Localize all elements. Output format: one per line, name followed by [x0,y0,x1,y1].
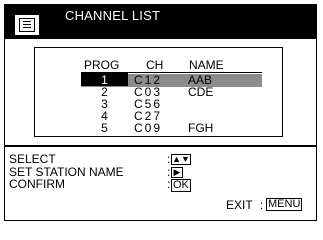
menu-icon-frame [19,18,35,32]
column-header-prog: PROG [84,58,120,72]
list-menu-icon [14,14,40,36]
menu-icon-line [23,21,31,23]
menu-key[interactable]: MENU [266,198,303,211]
exit-label: EXIT : [226,198,263,212]
column-header-ch: CH [146,58,164,72]
channel-list-screen: CHANNEL LIST PROG CH NAME 1 C12 AAB 2 C0… [4,4,317,221]
title-bar: CHANNEL LIST [5,5,316,39]
separator: : [167,152,171,166]
right-arrow-icon: ▶ [171,167,183,178]
separator: : [167,177,171,191]
exit-text: EXIT [226,198,253,212]
channel-code: C09 [134,121,163,135]
prog-number: 5 [101,121,108,135]
station-name: CDE [188,85,214,99]
channel-list: PROG CH NAME 1 C12 AAB 2 C03 CDE 3 C56 4… [34,47,283,137]
help-divider [5,145,316,147]
menu-icon-line [23,27,31,29]
select-label: SELECT [9,152,56,166]
menu-icon-line [23,24,31,26]
column-header-name: NAME [189,58,224,72]
up-down-arrows-icon: ▲▼ [171,154,191,165]
ok-key: OK [171,179,191,192]
page-title: CHANNEL LIST [65,8,161,23]
channel-row-5[interactable]: 5 C09 FGH [81,121,262,135]
confirm-label: CONFIRM [9,177,65,191]
station-name: FGH [188,121,214,135]
separator: : [259,198,264,212]
